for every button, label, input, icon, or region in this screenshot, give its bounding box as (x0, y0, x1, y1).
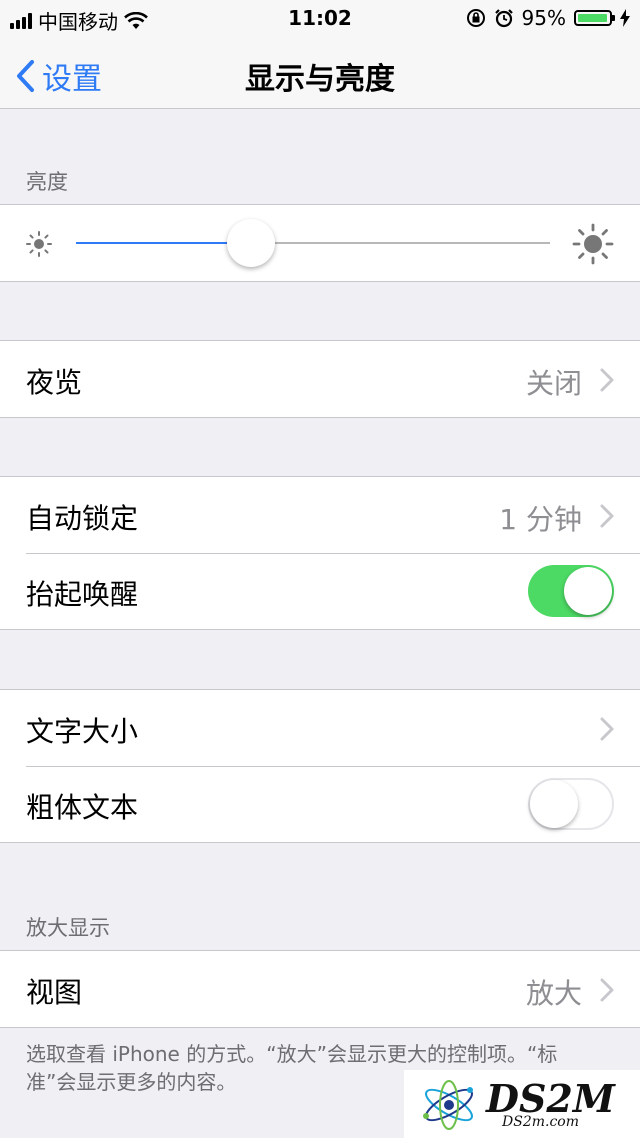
zoom-group: 视图 放大 (0, 950, 640, 1028)
night-shift-label: 夜览 (26, 366, 83, 399)
night-shift-value: 关闭 (525, 367, 582, 400)
bold-text-row: 粗体文本 (0, 766, 640, 842)
switch-knob (530, 780, 578, 828)
status-right: 95% (466, 6, 630, 30)
switch-knob (564, 567, 612, 615)
brightness-track-filled (76, 242, 252, 244)
page-title: 显示与亮度 (245, 62, 395, 97)
auto-lock-row[interactable]: 自动锁定 1 分钟 (0, 477, 640, 553)
battery-percent: 95% (521, 6, 566, 30)
battery-icon (574, 10, 615, 26)
status-bar: 中国移动 11:02 95% (0, 0, 640, 36)
brightness-track[interactable] (76, 242, 550, 244)
zoom-section-header: 放大显示 (26, 916, 110, 940)
chevron-right-icon (600, 368, 614, 392)
sun-small-icon (26, 231, 52, 257)
night-shift-row[interactable]: 夜览 关闭 (0, 341, 640, 417)
sun-large-icon (572, 223, 614, 265)
chevron-right-icon (600, 717, 614, 741)
chevron-right-icon (600, 978, 614, 1002)
view-label: 视图 (26, 976, 83, 1009)
navigation-bar: 设置 显示与亮度 (0, 36, 640, 109)
bold-text-label: 粗体文本 (26, 791, 139, 824)
brightness-section-header: 亮度 (26, 170, 68, 194)
brightness-slider[interactable] (0, 205, 640, 281)
view-value: 放大 (525, 977, 582, 1010)
view-row[interactable]: 视图 放大 (0, 951, 640, 1027)
battery-fill (578, 14, 607, 22)
brightness-thumb[interactable] (227, 219, 276, 267)
text-group: 文字大小 粗体文本 (0, 689, 640, 843)
raise-to-wake-row: 抬起唤醒 (0, 553, 640, 629)
night-shift-group: 夜览 关闭 (0, 340, 640, 418)
chevron-right-icon (600, 504, 614, 528)
watermark: DS2M DS2m.com (404, 1070, 640, 1138)
watermark-url-text: DS2m.com (502, 1114, 579, 1130)
lock-group: 自动锁定 1 分钟 抬起唤醒 (0, 476, 640, 630)
bold-text-switch[interactable] (528, 778, 614, 830)
raise-to-wake-switch[interactable] (528, 565, 614, 617)
text-size-row[interactable]: 文字大小 (0, 690, 640, 766)
orientation-lock-icon (466, 9, 485, 27)
atom-logo-icon (423, 1080, 473, 1130)
auto-lock-value: 1 分钟 (499, 503, 582, 536)
auto-lock-label: 自动锁定 (26, 502, 139, 535)
charging-bolt-icon (620, 9, 630, 27)
raise-to-wake-label: 抬起唤醒 (26, 578, 139, 611)
brightness-group (0, 204, 640, 282)
alarm-icon (494, 9, 513, 28)
text-size-label: 文字大小 (26, 715, 139, 748)
